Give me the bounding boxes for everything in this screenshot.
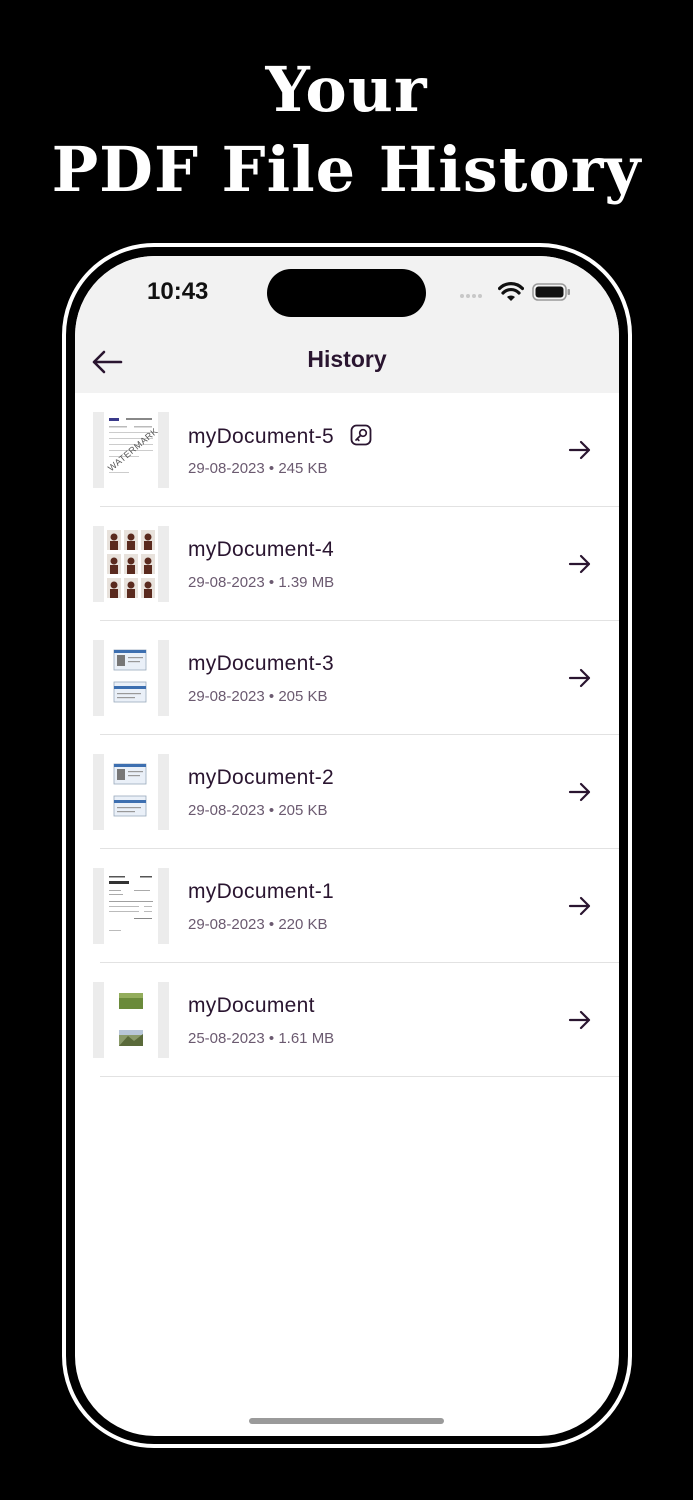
arrow-right-icon[interactable] (567, 437, 593, 463)
page-title: History (307, 346, 387, 372)
document-thumbnail (93, 754, 169, 830)
cellular-signal-icon (460, 294, 490, 300)
header-area: 10:43 History (75, 256, 619, 393)
history-item-mydocument-5[interactable]: WATERMARK myDocument-5 29-08-2023 • 245 … (75, 393, 619, 507)
document-thumbnail (93, 868, 169, 944)
history-item-mydocument-1[interactable]: myDocument-1 29-08-2023 • 220 KB (75, 849, 619, 963)
arrow-right-icon[interactable] (567, 665, 593, 691)
dynamic-island (267, 269, 426, 317)
document-date: 25-08-2023 (188, 1030, 265, 1047)
document-date: 29-08-2023 (188, 802, 265, 819)
document-size: 205 KB (278, 802, 328, 819)
arrow-right-icon[interactable] (567, 779, 593, 805)
document-date: 29-08-2023 (188, 574, 265, 591)
document-thumbnail (93, 526, 169, 602)
document-size: 205 KB (278, 688, 328, 705)
document-thumbnail (93, 982, 169, 1058)
document-size: 1.61 MB (278, 1030, 335, 1047)
document-name: myDocument-4 (188, 538, 334, 561)
document-size: 1.39 MB (278, 574, 335, 591)
document-date: 29-08-2023 (188, 460, 265, 477)
history-item-mydocument-3[interactable]: myDocument-3 29-08-2023 • 205 KB (75, 621, 619, 735)
arrow-right-icon[interactable] (567, 551, 593, 577)
document-name: myDocument-2 (188, 766, 334, 789)
battery-icon (532, 283, 570, 301)
headline-line-2: PDF File History (51, 133, 642, 206)
phone-screen: 10:43 History WATERMARK myDocument-5 29-… (75, 256, 619, 1436)
history-item-mydocument-2[interactable]: myDocument-2 29-08-2023 • 205 KB (75, 735, 619, 849)
document-name: myDocument-5 (188, 425, 334, 448)
document-size: 220 KB (278, 916, 328, 933)
headline-line-1: Your (265, 53, 428, 126)
history-item-mydocument[interactable]: myDocument 25-08-2023 • 1.61 MB (75, 963, 619, 1077)
document-thumbnail (93, 640, 169, 716)
document-size: 245 KB (278, 460, 328, 477)
wifi-icon (498, 282, 524, 301)
promo-headline: Your PDF File History (0, 50, 693, 210)
history-list: WATERMARK myDocument-5 29-08-2023 • 245 … (75, 393, 619, 1077)
status-time: 10:43 (147, 278, 209, 305)
arrow-right-icon[interactable] (567, 1007, 593, 1033)
document-name: myDocument-3 (188, 652, 334, 675)
document-date: 29-08-2023 (188, 688, 265, 705)
document-name: myDocument (188, 994, 315, 1017)
arrow-right-icon[interactable] (567, 893, 593, 919)
document-date: 29-08-2023 (188, 916, 265, 933)
document-name: myDocument-1 (188, 880, 334, 903)
history-item-mydocument-4[interactable]: myDocument-4 29-08-2023 • 1.39 MB (75, 507, 619, 621)
home-indicator[interactable] (249, 1418, 444, 1424)
document-thumbnail: WATERMARK (93, 412, 169, 488)
password-key-icon (350, 424, 372, 446)
